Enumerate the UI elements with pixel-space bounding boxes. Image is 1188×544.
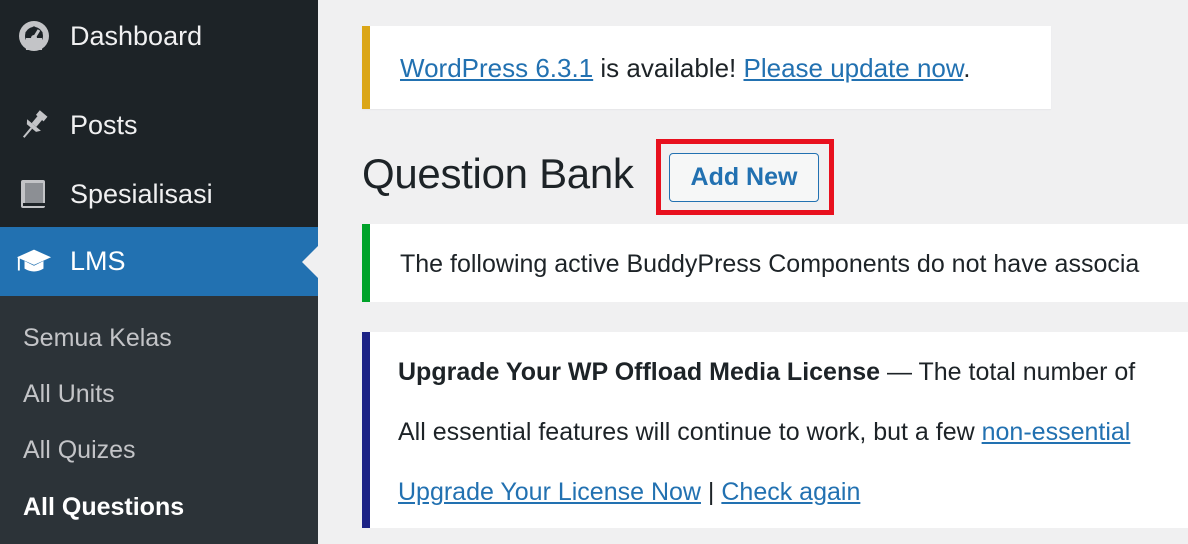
update-notice-text: WordPress 6.3.1 is available! Please upd…	[400, 53, 970, 84]
sidebar-item-spesialisasi[interactable]: Spesialisasi	[0, 168, 318, 220]
buddypress-notice: The following active BuddyPress Componen…	[362, 224, 1188, 302]
non-essential-link[interactable]: non-essential	[982, 418, 1131, 446]
sidebar-item-dashboard[interactable]: Dashboard	[0, 12, 318, 60]
submenu-item-all-quizes[interactable]: All Quizes	[23, 436, 136, 465]
check-again-link[interactable]: Check again	[721, 478, 860, 506]
sidebar-item-label: Dashboard	[70, 20, 203, 51]
offload-notice-desc: — The total number of	[880, 358, 1136, 386]
update-notice-end: .	[963, 53, 971, 83]
dashboard-icon	[16, 18, 52, 54]
offload-notice-line2-text: All essential features will continue to …	[398, 418, 982, 446]
pin-icon	[16, 107, 52, 143]
book-icon	[16, 176, 52, 212]
sidebar-item-posts[interactable]: Posts	[0, 100, 318, 150]
admin-sidebar: Dashboard Posts Spesialisasi LMS Semua K…	[0, 0, 318, 544]
please-update-link[interactable]: Please update now	[743, 53, 963, 83]
active-menu-arrow	[302, 246, 318, 278]
graduation-cap-icon	[16, 244, 52, 280]
add-new-button[interactable]: Add New	[669, 153, 819, 202]
offload-license-notice: Upgrade Your WP Offload Media License — …	[362, 332, 1188, 528]
sidebar-item-label: Spesialisasi	[70, 178, 213, 209]
page-title: Question Bank	[362, 150, 634, 197]
update-notice: WordPress 6.3.1 is available! Please upd…	[362, 26, 1051, 109]
sidebar-item-label: Posts	[70, 109, 138, 140]
offload-notice-line2: All essential features will continue to …	[398, 418, 1130, 447]
sidebar-item-lms[interactable]: LMS	[0, 227, 318, 296]
submenu-item-all-questions[interactable]: All Questions	[23, 493, 184, 522]
offload-notice-links: Upgrade Your License Now | Check again	[398, 478, 860, 507]
lms-submenu: Semua Kelas All Units All Quizes All Que…	[0, 296, 318, 544]
buddypress-notice-text: The following active BuddyPress Componen…	[400, 250, 1140, 278]
link-separator: |	[700, 478, 722, 506]
sidebar-item-label: LMS	[70, 246, 126, 276]
update-notice-middle: is available!	[593, 53, 744, 83]
submenu-item-all-units[interactable]: All Units	[23, 380, 115, 409]
submenu-item-semua-kelas[interactable]: Semua Kelas	[23, 324, 172, 353]
offload-notice-title: Upgrade Your WP Offload Media License	[398, 358, 881, 386]
upgrade-license-link[interactable]: Upgrade Your License Now	[398, 478, 701, 506]
wordpress-version-link[interactable]: WordPress 6.3.1	[400, 53, 593, 83]
offload-notice-heading: Upgrade Your WP Offload Media License — …	[398, 358, 1135, 387]
